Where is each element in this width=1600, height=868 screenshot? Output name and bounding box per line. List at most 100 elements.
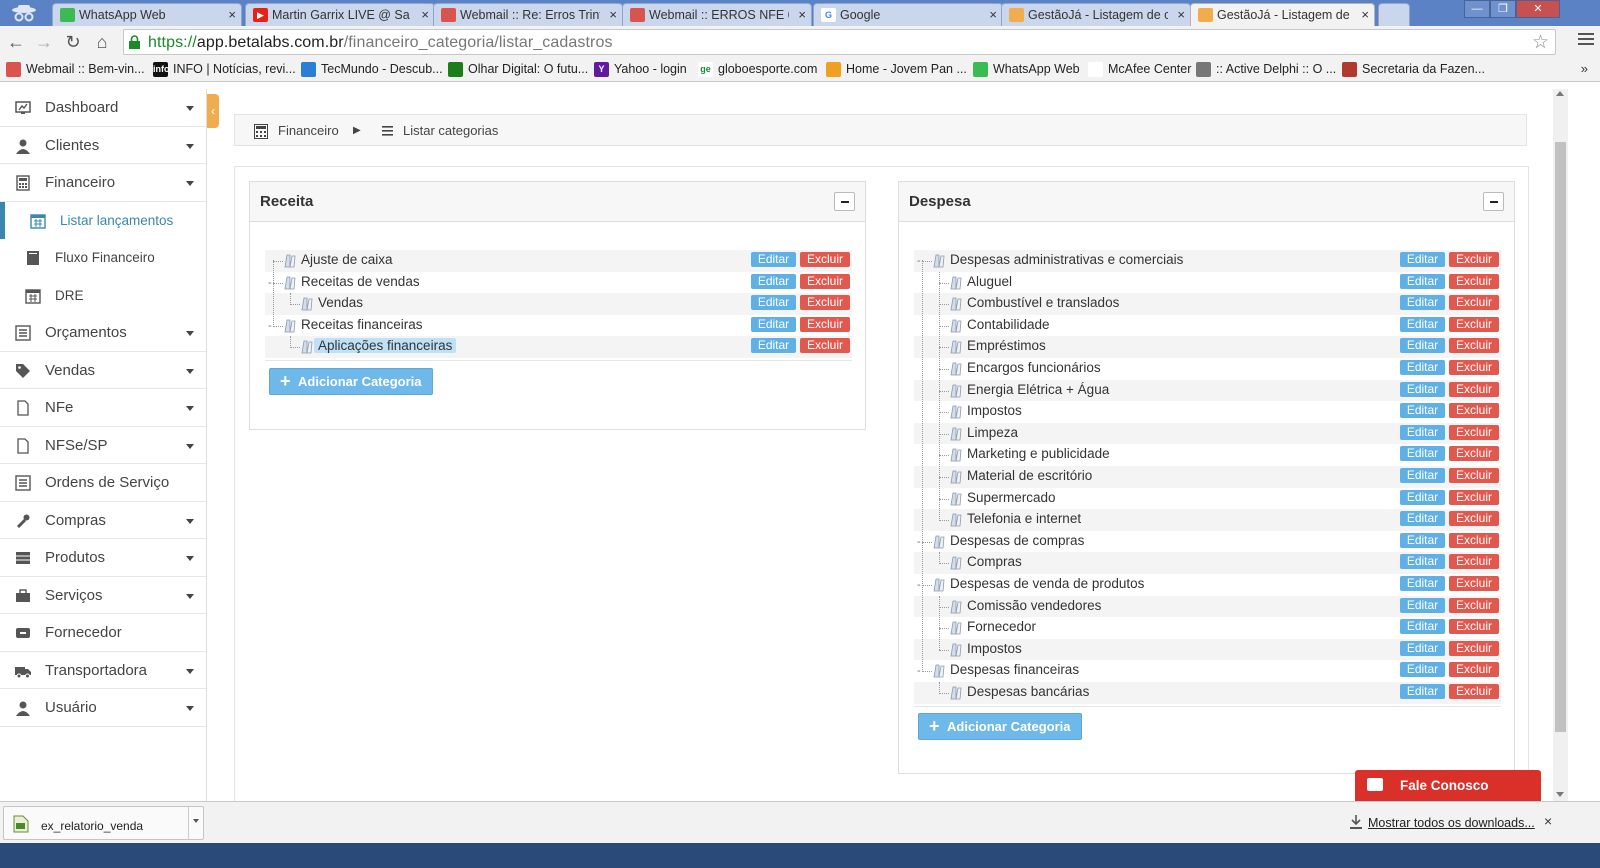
delete-button[interactable]: Excluir (1449, 403, 1499, 419)
bookmark-item[interactable]: Olhar Digital: O futu... (448, 62, 588, 77)
close-tab-icon[interactable]: × (609, 7, 617, 22)
category-label[interactable]: Limpeza (967, 425, 1018, 440)
category-label[interactable]: Contabilidade (967, 317, 1050, 332)
edit-button[interactable]: Editar (1400, 295, 1445, 311)
category-label[interactable]: Empréstimos (967, 338, 1046, 353)
bookmark-item[interactable]: ge globoesporte.com (698, 62, 817, 77)
category-label[interactable]: Impostos (967, 403, 1022, 418)
sidebar-item-nfe[interactable]: NFe (0, 389, 206, 427)
new-tab-button[interactable] (1378, 3, 1410, 26)
delete-button[interactable]: Excluir (1449, 360, 1499, 375)
edit-button[interactable]: Editar (1400, 640, 1445, 656)
edit-button[interactable]: Editar (751, 338, 796, 354)
edit-button[interactable]: Editar (751, 295, 796, 311)
collapse-panel-button[interactable] (1483, 192, 1504, 211)
delete-button[interactable]: Excluir (1449, 532, 1499, 548)
back-arrow-icon[interactable]: ← (5, 31, 27, 53)
chat-button[interactable]: Fale Conosco (1355, 770, 1541, 801)
bookmark-item[interactable]: Home - Jovem Pan ... (826, 62, 967, 77)
edit-button[interactable]: Editar (1400, 273, 1445, 289)
minimize-button[interactable]: — (1464, 0, 1490, 18)
menu-icon[interactable] (1578, 33, 1594, 48)
close-tab-icon[interactable]: × (989, 7, 997, 22)
download-item[interactable]: ex_relatorio_venda (3, 806, 204, 840)
sidebar-item-clientes[interactable]: Clientes (0, 127, 206, 164)
category-label[interactable]: Receitas financeiras (301, 317, 423, 332)
category-label[interactable]: Comissão vendedores (967, 598, 1101, 613)
delete-button[interactable]: Excluir (1449, 273, 1499, 289)
sidebar-item-usuario[interactable]: Usuário (0, 689, 206, 727)
tree-expander-icon[interactable]: - (917, 536, 921, 548)
delete-button[interactable]: Excluir (1449, 489, 1499, 505)
edit-button[interactable]: Editar (751, 316, 796, 332)
category-label[interactable]: Aplicações financeiras (314, 338, 457, 354)
category-label[interactable]: Vendas (318, 295, 363, 310)
delete-button[interactable]: Excluir (1449, 424, 1499, 440)
sidebar-item-orcamentos[interactable]: Orçamentos (0, 314, 206, 352)
bookmark-item[interactable]: TecMundo - Descub... (301, 62, 443, 77)
delete-button[interactable]: Excluir (1449, 446, 1499, 462)
sidebar-item-nfse-sp[interactable]: NFSe/SP (0, 427, 206, 464)
delete-button[interactable]: Excluir (1449, 576, 1499, 591)
edit-button[interactable]: Editar (1400, 684, 1445, 699)
delete-button[interactable]: Excluir (1449, 381, 1499, 397)
close-tab-icon[interactable]: × (228, 7, 236, 22)
sidebar-item-dashboard[interactable]: Dashboard (0, 89, 206, 127)
category-label[interactable]: Despesas de compras (950, 533, 1084, 548)
forward-arrow-icon[interactable]: → (33, 31, 55, 53)
delete-button[interactable]: Excluir (800, 273, 850, 289)
sidebar-item-fluxo-financeiro[interactable]: Fluxo Financeiro (0, 239, 206, 277)
edit-button[interactable]: Editar (751, 252, 796, 267)
category-label[interactable]: Energia Elétrica + Água (967, 382, 1109, 397)
maximize-button[interactable]: ❐ (1490, 0, 1516, 18)
edit-button[interactable]: Editar (1400, 554, 1445, 570)
close-tab-icon[interactable]: × (798, 7, 806, 22)
edit-button[interactable]: Editar (1400, 489, 1445, 505)
edit-button[interactable]: Editar (1400, 360, 1445, 375)
category-label[interactable]: Aluguel (967, 274, 1012, 289)
page-scrollbar[interactable] (1553, 89, 1568, 801)
delete-button[interactable]: Excluir (1449, 338, 1499, 354)
sidebar-item-transportadora[interactable]: Transportadora (0, 652, 206, 689)
sidebar-item-vendas[interactable]: Vendas (0, 352, 206, 389)
category-label[interactable]: Despesas de venda de produtos (950, 576, 1144, 591)
tree-expander-icon[interactable]: - (917, 579, 921, 591)
edit-button[interactable]: Editar (1400, 252, 1445, 267)
sidebar-collapse-button[interactable]: ‹ (207, 94, 219, 128)
category-label[interactable]: Telefonia e internet (967, 511, 1081, 526)
delete-button[interactable]: Excluir (800, 295, 850, 311)
delete-button[interactable]: Excluir (1449, 640, 1499, 656)
sidebar-item-dre[interactable]: DRE (0, 277, 206, 315)
bookmark-item[interactable]: McAfee Center (1088, 62, 1191, 77)
browser-tab[interactable]: ▶ Martin Garrix LIVE @ Sa × (245, 3, 435, 26)
browser-tab[interactable]: GestãoJá - Listagem de ca × (1190, 3, 1375, 26)
bookmark-item[interactable]: Y Yahoo - login (594, 62, 687, 77)
delete-button[interactable]: Excluir (1449, 554, 1499, 570)
delete-button[interactable]: Excluir (1449, 252, 1499, 267)
edit-button[interactable]: Editar (1400, 511, 1445, 527)
edit-button[interactable]: Editar (1400, 532, 1445, 548)
delete-button[interactable]: Excluir (1449, 295, 1499, 311)
scrollbar-thumb[interactable] (1555, 142, 1566, 732)
tree-expander-icon[interactable]: - (917, 665, 921, 677)
category-label[interactable]: Marketing e publicidade (967, 446, 1110, 461)
add-category-button[interactable]: + Adicionar Categoria (918, 713, 1082, 740)
sidebar-item-produtos[interactable]: Produtos (0, 539, 206, 577)
close-tab-icon[interactable]: × (1361, 7, 1369, 22)
category-label[interactable]: Despesas administrativas e comerciais (950, 252, 1183, 267)
edit-button[interactable]: Editar (1400, 576, 1445, 591)
scroll-up-icon[interactable] (1556, 91, 1564, 96)
bookmark-item[interactable]: info INFO | Notícias, revi... (153, 62, 296, 77)
category-label[interactable]: Ajuste de caixa (301, 252, 393, 267)
reload-icon[interactable]: ↻ (62, 31, 84, 53)
bookmark-item[interactable]: WhatsApp Web (973, 62, 1080, 77)
edit-button[interactable]: Editar (1400, 468, 1445, 483)
delete-button[interactable]: Excluir (800, 338, 850, 354)
delete-button[interactable]: Excluir (1449, 316, 1499, 332)
edit-button[interactable]: Editar (1400, 597, 1445, 613)
scroll-down-icon[interactable] (1556, 792, 1564, 797)
delete-button[interactable]: Excluir (1449, 511, 1499, 527)
browser-tab[interactable]: Webmail :: Re: Erros Triny × (433, 3, 623, 26)
delete-button[interactable]: Excluir (1449, 619, 1499, 635)
close-downloads-icon[interactable]: × (1544, 813, 1552, 829)
